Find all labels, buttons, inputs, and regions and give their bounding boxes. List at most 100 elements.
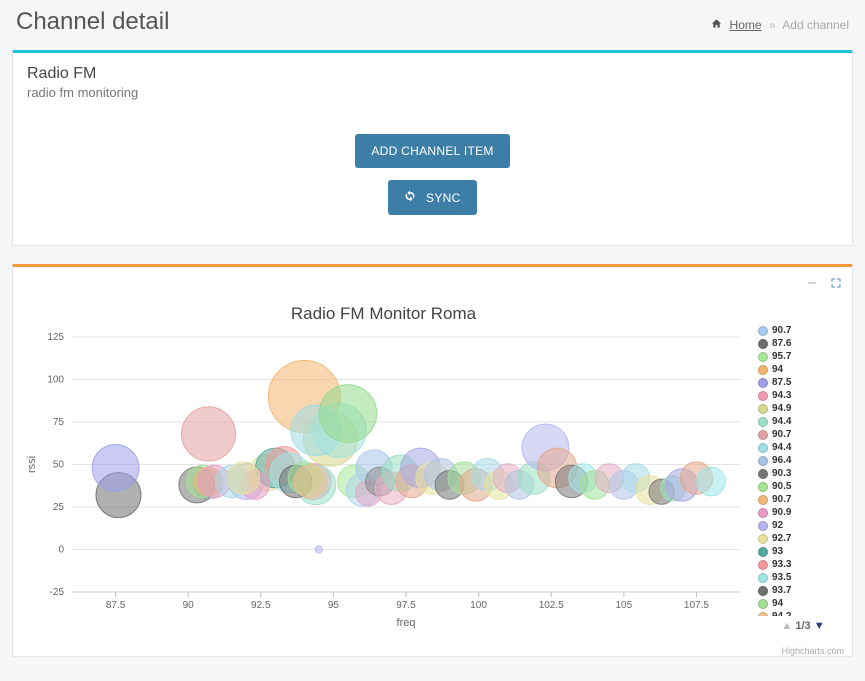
legend-swatch <box>758 469 768 479</box>
legend-label: 94.4 <box>772 441 791 454</box>
channel-panel-body: ADD CHANNEL ITEM SYNC <box>13 108 852 245</box>
legend-swatch <box>758 404 768 414</box>
legend-item[interactable]: 90.7 <box>758 324 848 337</box>
legend-label: 93.5 <box>772 571 791 584</box>
svg-text:125: 125 <box>47 332 64 343</box>
legend-item[interactable]: 90.7 <box>758 428 848 441</box>
legend-label: 94.4 <box>772 415 791 428</box>
svg-text:freq: freq <box>397 617 416 629</box>
page-title: Channel detail <box>16 8 169 36</box>
legend-label: 93.7 <box>772 584 791 597</box>
collapse-icon[interactable] <box>806 277 822 292</box>
legend-swatch <box>758 560 768 570</box>
legend-swatch <box>758 547 768 557</box>
legend-label: 90.3 <box>772 467 791 480</box>
legend-item[interactable]: 94.4 <box>758 415 848 428</box>
svg-text:92.5: 92.5 <box>251 600 271 611</box>
legend-item[interactable]: 96.4 <box>758 454 848 467</box>
legend-label: 93.3 <box>772 558 791 571</box>
legend-item[interactable]: 90.5 <box>758 480 848 493</box>
breadcrumb-home[interactable]: Home <box>730 18 762 32</box>
legend-label: 90.7 <box>772 493 791 506</box>
legend-item[interactable]: 90.9 <box>758 506 848 519</box>
legend-nav: ▲ 1/3 ▼ <box>758 620 848 632</box>
legend-item[interactable]: 87.5 <box>758 376 848 389</box>
legend-label: 87.5 <box>772 376 791 389</box>
legend-label: 92 <box>772 519 783 532</box>
refresh-icon <box>404 191 420 205</box>
page-header: Channel detail Home » Add channel <box>12 0 853 42</box>
legend-down-icon[interactable]: ▼ <box>814 620 825 632</box>
legend-item[interactable]: 95.7 <box>758 350 848 363</box>
legend-swatch <box>758 495 768 505</box>
svg-text:97.5: 97.5 <box>396 600 416 611</box>
legend-swatch <box>758 456 768 466</box>
legend-item[interactable]: 92 <box>758 519 848 532</box>
svg-text:25: 25 <box>53 502 65 513</box>
channel-panel-head: Radio FM radio fm monitoring <box>13 53 852 108</box>
legend-swatch <box>758 430 768 440</box>
legend-item[interactable]: 93.5 <box>758 571 848 584</box>
legend-item[interactable]: 87.6 <box>758 337 848 350</box>
legend-swatch <box>758 534 768 544</box>
legend-swatch <box>758 599 768 609</box>
svg-text:90: 90 <box>183 600 195 611</box>
legend-item[interactable]: 94.3 <box>758 389 848 402</box>
svg-text:100: 100 <box>47 375 64 386</box>
svg-text:-25: -25 <box>50 587 65 598</box>
legend-item[interactable]: 90.3 <box>758 467 848 480</box>
legend-item[interactable]: 94 <box>758 597 848 610</box>
legend-swatch <box>758 391 768 401</box>
fullscreen-icon[interactable] <box>830 277 842 292</box>
legend-label: 94 <box>772 597 783 610</box>
add-channel-item-button[interactable]: ADD CHANNEL ITEM <box>355 134 509 168</box>
legend-item[interactable]: 93.3 <box>758 558 848 571</box>
legend-item[interactable]: 93 <box>758 545 848 558</box>
legend-swatch <box>758 326 768 336</box>
legend: 90.787.695.79487.594.394.994.490.794.496… <box>758 300 848 632</box>
legend-swatch <box>758 482 768 492</box>
legend-item[interactable]: 94 <box>758 363 848 376</box>
legend-swatch <box>758 352 768 362</box>
sync-label: SYNC <box>426 191 461 205</box>
legend-item[interactable]: 93.7 <box>758 584 848 597</box>
legend-label: 90.7 <box>772 428 791 441</box>
legend-item[interactable]: 94.2 <box>758 610 848 616</box>
legend-swatch <box>758 417 768 427</box>
legend-label: 90.9 <box>772 506 791 519</box>
legend-label: 90.7 <box>772 324 791 337</box>
add-channel-item-label: ADD CHANNEL ITEM <box>371 144 493 158</box>
legend-swatch <box>758 521 768 531</box>
legend-label: 94.9 <box>772 402 791 415</box>
chart-title: Radio FM Monitor Roma <box>17 304 750 324</box>
legend-item[interactable]: 94.4 <box>758 441 848 454</box>
svg-text:107.5: 107.5 <box>684 600 709 611</box>
legend-swatch <box>758 339 768 349</box>
legend-item[interactable]: 94.9 <box>758 402 848 415</box>
chart-area: Radio FM Monitor Roma -25025507510012587… <box>17 300 750 632</box>
legend-swatch <box>758 508 768 518</box>
svg-text:105: 105 <box>615 600 632 611</box>
home-icon <box>711 18 725 32</box>
legend-item[interactable]: 90.7 <box>758 493 848 506</box>
svg-text:rssi: rssi <box>26 456 38 473</box>
legend-up-icon[interactable]: ▲ <box>781 620 792 632</box>
legend-label: 95.7 <box>772 350 791 363</box>
legend-page-indicator: 1/3 <box>795 620 810 632</box>
bubble-chart[interactable]: -25025507510012587.59092.59597.5100102.5… <box>17 332 750 632</box>
legend-swatch <box>758 573 768 583</box>
breadcrumb-sep: » <box>769 18 776 32</box>
legend-label: 90.5 <box>772 480 791 493</box>
legend-label: 94.3 <box>772 389 791 402</box>
legend-swatch <box>758 612 768 617</box>
legend-item[interactable]: 92.7 <box>758 532 848 545</box>
channel-sub: radio fm monitoring <box>27 85 838 100</box>
panel-tools <box>798 267 852 292</box>
chart-credits[interactable]: Highcharts.com <box>13 644 852 656</box>
breadcrumb-current: Add channel <box>782 18 849 32</box>
sync-button[interactable]: SYNC <box>388 180 476 215</box>
legend-label: 94 <box>772 363 783 376</box>
legend-label: 92.7 <box>772 532 791 545</box>
channel-name: Radio FM <box>27 65 838 83</box>
legend-label: 94.2 <box>772 610 791 616</box>
